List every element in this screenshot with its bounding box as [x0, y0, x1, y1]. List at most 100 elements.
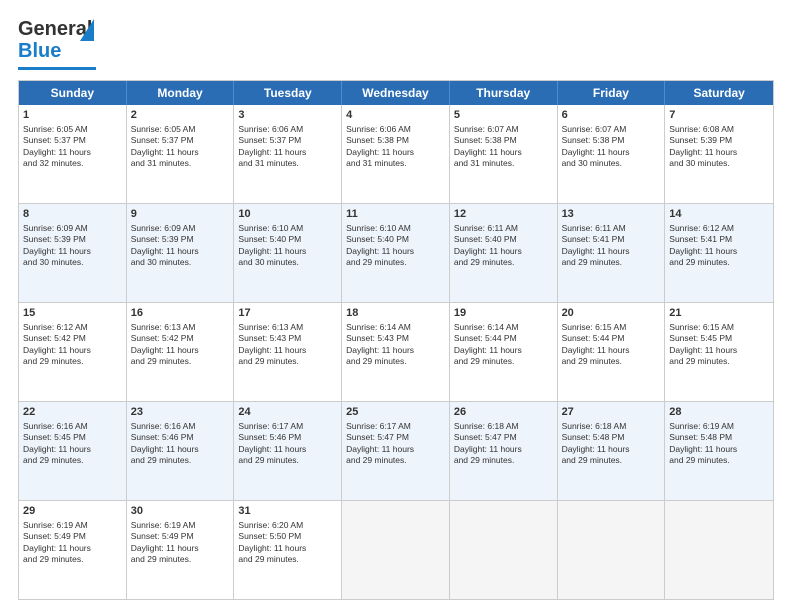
- day-info-line-1: Sunset: 5:41 PM: [669, 234, 769, 245]
- calendar-day-13: 13Sunrise: 6:11 AMSunset: 5:41 PMDayligh…: [558, 204, 666, 302]
- calendar-day-21: 21Sunrise: 6:15 AMSunset: 5:45 PMDayligh…: [665, 303, 773, 401]
- day-info-line-2: Daylight: 11 hours: [562, 444, 661, 455]
- day-number: 6: [562, 108, 661, 123]
- day-info-line-1: Sunset: 5:41 PM: [562, 234, 661, 245]
- day-info-line-2: Daylight: 11 hours: [562, 147, 661, 158]
- day-number: 20: [562, 306, 661, 321]
- logo: General Blue: [18, 18, 113, 70]
- day-number: 10: [238, 207, 337, 222]
- calendar-day-11: 11Sunrise: 6:10 AMSunset: 5:40 PMDayligh…: [342, 204, 450, 302]
- day-info-line-0: Sunrise: 6:15 AM: [669, 322, 769, 333]
- day-info-line-1: Sunset: 5:45 PM: [669, 333, 769, 344]
- day-info-line-1: Sunset: 5:43 PM: [346, 333, 445, 344]
- day-info-line-2: Daylight: 11 hours: [454, 444, 553, 455]
- day-number: 27: [562, 405, 661, 420]
- day-info-line-3: and 31 minutes.: [238, 158, 337, 169]
- calendar-day-20: 20Sunrise: 6:15 AMSunset: 5:44 PMDayligh…: [558, 303, 666, 401]
- day-info-line-0: Sunrise: 6:06 AM: [346, 124, 445, 135]
- day-number: 30: [131, 504, 230, 519]
- day-number: 3: [238, 108, 337, 123]
- day-info-line-1: Sunset: 5:47 PM: [454, 432, 553, 443]
- calendar-day-8: 8Sunrise: 6:09 AMSunset: 5:39 PMDaylight…: [19, 204, 127, 302]
- calendar-week-0: 1Sunrise: 6:05 AMSunset: 5:37 PMDaylight…: [19, 105, 773, 203]
- day-number: 1: [23, 108, 122, 123]
- day-info-line-3: and 29 minutes.: [562, 257, 661, 268]
- calendar-day-2: 2Sunrise: 6:05 AMSunset: 5:37 PMDaylight…: [127, 105, 235, 203]
- calendar-day-18: 18Sunrise: 6:14 AMSunset: 5:43 PMDayligh…: [342, 303, 450, 401]
- day-info-line-2: Daylight: 11 hours: [23, 444, 122, 455]
- day-info-line-2: Daylight: 11 hours: [238, 147, 337, 158]
- day-info-line-0: Sunrise: 6:08 AM: [669, 124, 769, 135]
- day-info-line-0: Sunrise: 6:07 AM: [454, 124, 553, 135]
- day-info-line-3: and 29 minutes.: [669, 455, 769, 466]
- day-info-line-0: Sunrise: 6:18 AM: [562, 421, 661, 432]
- day-info-line-1: Sunset: 5:38 PM: [562, 135, 661, 146]
- calendar-day-27: 27Sunrise: 6:18 AMSunset: 5:48 PMDayligh…: [558, 402, 666, 500]
- day-info-line-3: and 29 minutes.: [346, 356, 445, 367]
- day-info-line-2: Daylight: 11 hours: [669, 147, 769, 158]
- day-info-line-3: and 30 minutes.: [669, 158, 769, 169]
- day-info-line-1: Sunset: 5:38 PM: [454, 135, 553, 146]
- day-info-line-3: and 29 minutes.: [669, 257, 769, 268]
- calendar-day-16: 16Sunrise: 6:13 AMSunset: 5:42 PMDayligh…: [127, 303, 235, 401]
- day-info-line-3: and 31 minutes.: [454, 158, 553, 169]
- day-info-line-2: Daylight: 11 hours: [131, 444, 230, 455]
- header-cell-tuesday: Tuesday: [234, 81, 342, 105]
- day-info-line-1: Sunset: 5:40 PM: [238, 234, 337, 245]
- day-info-line-3: and 29 minutes.: [131, 455, 230, 466]
- calendar-day-28: 28Sunrise: 6:19 AMSunset: 5:48 PMDayligh…: [665, 402, 773, 500]
- header: General Blue: [18, 18, 774, 70]
- day-info-line-0: Sunrise: 6:12 AM: [669, 223, 769, 234]
- day-info-line-1: Sunset: 5:38 PM: [346, 135, 445, 146]
- day-info-line-1: Sunset: 5:46 PM: [131, 432, 230, 443]
- day-info-line-0: Sunrise: 6:14 AM: [454, 322, 553, 333]
- header-cell-wednesday: Wednesday: [342, 81, 450, 105]
- day-info-line-1: Sunset: 5:40 PM: [454, 234, 553, 245]
- day-info-line-2: Daylight: 11 hours: [131, 246, 230, 257]
- day-info-line-0: Sunrise: 6:09 AM: [131, 223, 230, 234]
- header-cell-thursday: Thursday: [450, 81, 558, 105]
- day-info-line-3: and 29 minutes.: [562, 356, 661, 367]
- day-info-line-2: Daylight: 11 hours: [454, 246, 553, 257]
- day-info-line-1: Sunset: 5:40 PM: [346, 234, 445, 245]
- day-number: 25: [346, 405, 445, 420]
- day-info-line-3: and 29 minutes.: [23, 455, 122, 466]
- day-info-line-2: Daylight: 11 hours: [23, 246, 122, 257]
- header-cell-monday: Monday: [127, 81, 235, 105]
- day-info-line-0: Sunrise: 6:12 AM: [23, 322, 122, 333]
- calendar-day-23: 23Sunrise: 6:16 AMSunset: 5:46 PMDayligh…: [127, 402, 235, 500]
- day-info-line-2: Daylight: 11 hours: [131, 543, 230, 554]
- day-info-line-0: Sunrise: 6:16 AM: [131, 421, 230, 432]
- day-number: 21: [669, 306, 769, 321]
- calendar-day-15: 15Sunrise: 6:12 AMSunset: 5:42 PMDayligh…: [19, 303, 127, 401]
- logo-blue-text: Blue: [18, 40, 61, 63]
- day-info-line-1: Sunset: 5:49 PM: [131, 531, 230, 542]
- day-info-line-2: Daylight: 11 hours: [454, 345, 553, 356]
- day-info-line-3: and 29 minutes.: [562, 455, 661, 466]
- day-info-line-0: Sunrise: 6:06 AM: [238, 124, 337, 135]
- day-info-line-2: Daylight: 11 hours: [23, 345, 122, 356]
- day-info-line-3: and 29 minutes.: [238, 554, 337, 565]
- day-info-line-2: Daylight: 11 hours: [562, 345, 661, 356]
- calendar-header-row: SundayMondayTuesdayWednesdayThursdayFrid…: [19, 81, 773, 105]
- day-info-line-1: Sunset: 5:42 PM: [23, 333, 122, 344]
- day-info-line-2: Daylight: 11 hours: [131, 147, 230, 158]
- day-number: 7: [669, 108, 769, 123]
- day-info-line-2: Daylight: 11 hours: [238, 444, 337, 455]
- day-info-line-1: Sunset: 5:37 PM: [238, 135, 337, 146]
- day-info-line-2: Daylight: 11 hours: [346, 345, 445, 356]
- calendar-day-14: 14Sunrise: 6:12 AMSunset: 5:41 PMDayligh…: [665, 204, 773, 302]
- day-info-line-1: Sunset: 5:50 PM: [238, 531, 337, 542]
- day-number: 2: [131, 108, 230, 123]
- day-info-line-0: Sunrise: 6:19 AM: [23, 520, 122, 531]
- day-info-line-2: Daylight: 11 hours: [346, 246, 445, 257]
- day-number: 4: [346, 108, 445, 123]
- calendar-week-1: 8Sunrise: 6:09 AMSunset: 5:39 PMDaylight…: [19, 203, 773, 302]
- day-number: 19: [454, 306, 553, 321]
- day-number: 24: [238, 405, 337, 420]
- calendar-day-24: 24Sunrise: 6:17 AMSunset: 5:46 PMDayligh…: [234, 402, 342, 500]
- day-number: 14: [669, 207, 769, 222]
- day-info-line-3: and 29 minutes.: [669, 356, 769, 367]
- day-number: 17: [238, 306, 337, 321]
- calendar-day-empty: [665, 501, 773, 599]
